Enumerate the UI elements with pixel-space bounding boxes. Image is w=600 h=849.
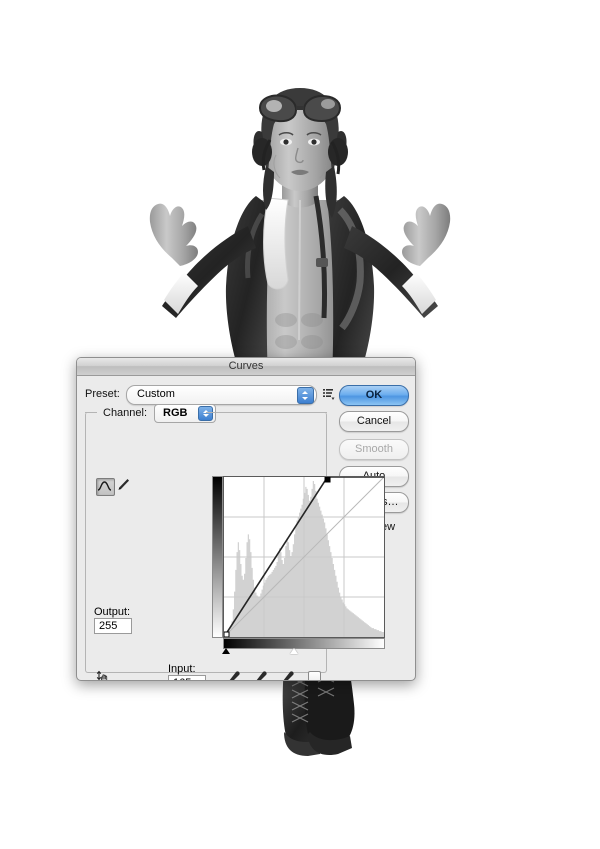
targeted-adjustment-tool-icon[interactable] xyxy=(96,670,114,680)
output-block: Output: 255 xyxy=(94,606,140,634)
input-label: Input: xyxy=(168,663,196,675)
updown-arrows-icon[interactable] xyxy=(297,387,314,404)
show-clipping-checkbox[interactable] xyxy=(308,671,321,680)
midpoint-marker[interactable] xyxy=(290,648,298,654)
input-gradient-bar xyxy=(223,638,385,649)
curve-control-point[interactable] xyxy=(224,631,230,637)
dialog-body: Preset: Custom OK Cancel Smooth Channel:… xyxy=(77,376,415,680)
preset-value: Custom xyxy=(137,388,175,400)
pencil-draw-tool-icon[interactable] xyxy=(116,478,130,493)
channel-label: Channel: xyxy=(100,407,151,419)
curves-dialog: Curves Preset: Custom OK Cancel Smooth C… xyxy=(76,357,416,681)
output-field[interactable]: 255 xyxy=(94,618,132,634)
ok-button[interactable]: OK xyxy=(339,385,409,406)
show-clipping-row[interactable]: Show Clipping xyxy=(308,671,348,680)
output-label: Output: xyxy=(94,606,131,618)
channel-value: RGB xyxy=(163,407,188,419)
curve-point-tool-icon[interactable] xyxy=(96,478,115,496)
smooth-button: Smooth xyxy=(339,439,409,460)
output-gradient-bar xyxy=(212,476,223,638)
dialog-titlebar: Curves xyxy=(77,358,415,376)
black-point-marker[interactable] xyxy=(222,648,230,654)
channel-dropdown[interactable]: RGB xyxy=(154,404,216,423)
input-block: Input: 165 xyxy=(168,663,214,680)
preset-menu-icon[interactable] xyxy=(323,388,335,400)
dialog-title: Curves xyxy=(228,360,264,372)
curve-graph[interactable] xyxy=(223,476,385,638)
curve-graph-svg[interactable] xyxy=(224,477,384,637)
preset-dropdown[interactable]: Custom xyxy=(126,385,317,405)
cancel-button[interactable]: Cancel xyxy=(339,411,409,432)
channel-updown-arrows-icon[interactable] xyxy=(198,406,213,421)
curve-tools xyxy=(96,478,134,496)
curve-control-point[interactable] xyxy=(324,477,331,483)
input-field[interactable]: 165 xyxy=(168,675,206,680)
preset-label: Preset: xyxy=(85,388,120,400)
channel-groupbox: Channel: RGB Output: 255 Input: xyxy=(85,404,385,680)
eyedropper-tools xyxy=(220,670,298,680)
